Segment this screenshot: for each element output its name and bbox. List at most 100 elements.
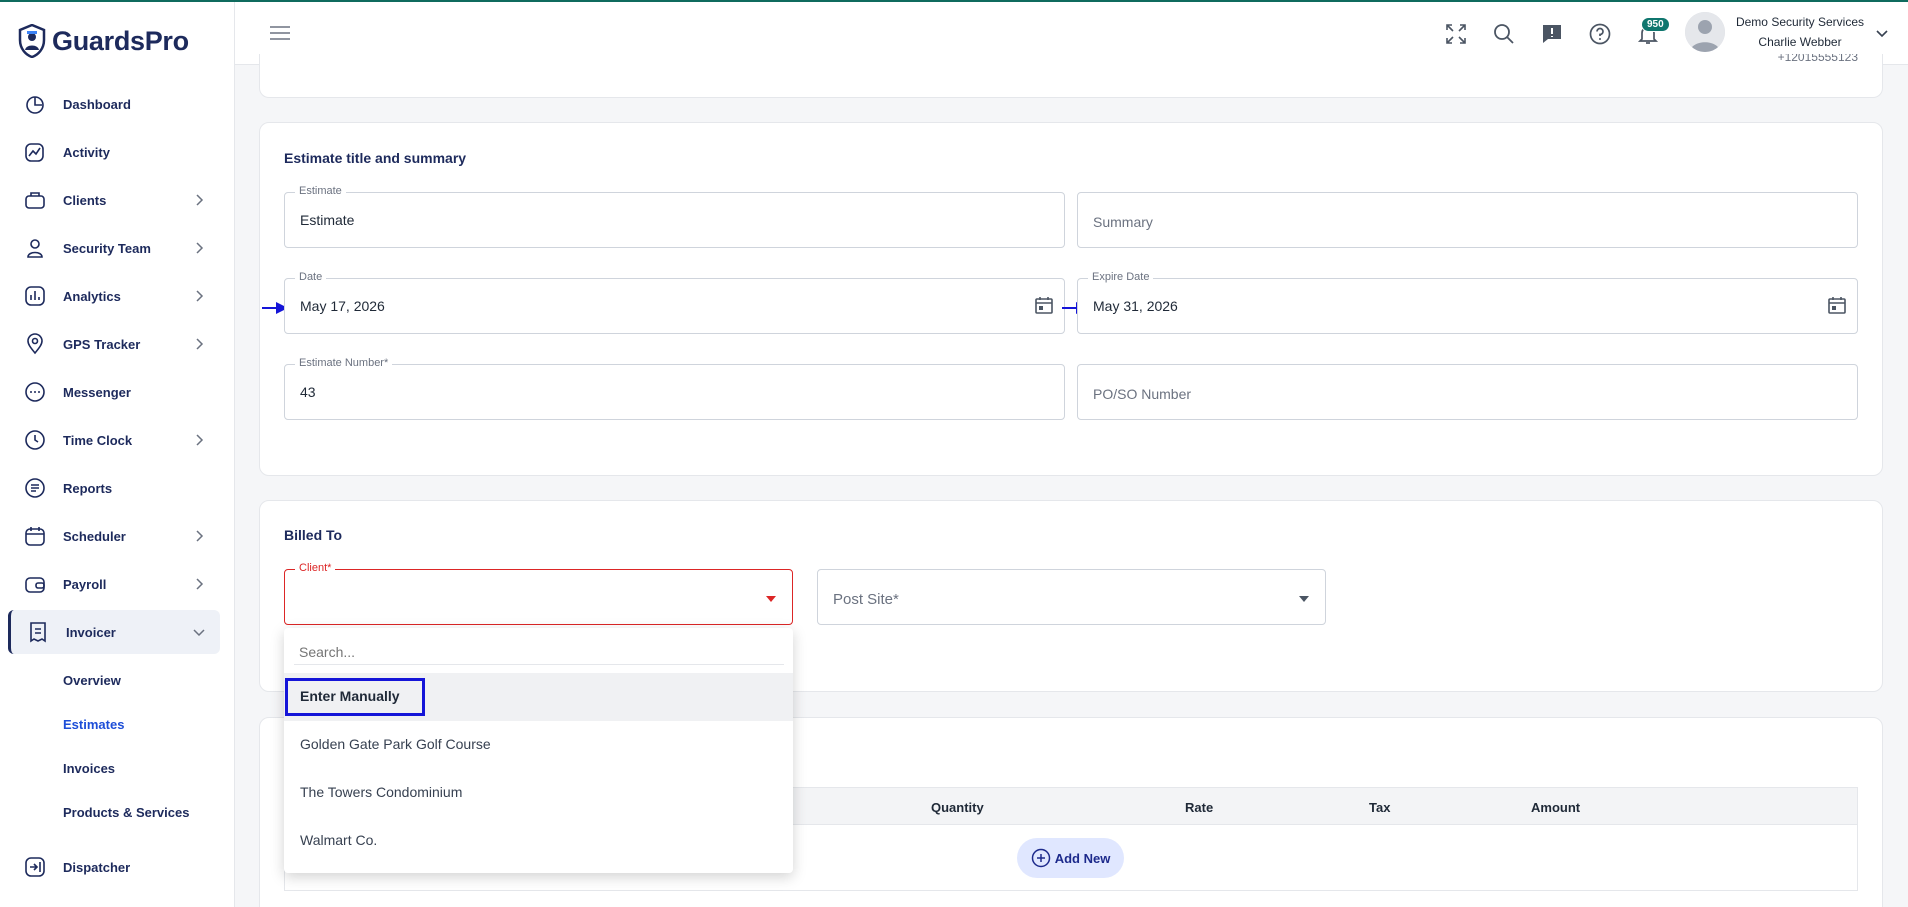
client-info-card: +12015555123 (259, 54, 1883, 98)
dispatcher-icon (25, 857, 45, 877)
sidebar-item-dispatcher[interactable]: Dispatcher (8, 845, 220, 889)
estimate-number-label: Estimate Number* (295, 357, 393, 369)
date-field[interactable]: Date May 17, 2026 (284, 271, 1065, 334)
estimate-value: Estimate (300, 212, 355, 228)
column-header-rate: Rate (1185, 800, 1214, 815)
sidebar-item-analytics[interactable]: Analytics (8, 274, 220, 318)
dropdown-option[interactable]: The Towers Condominium (284, 769, 793, 817)
sidebar-item-scheduler[interactable]: Scheduler (8, 514, 220, 558)
sidebar-item-dashboard[interactable]: Dashboard (8, 82, 220, 126)
activity-icon (25, 143, 44, 162)
notification-badge: 950 (1641, 17, 1670, 32)
dropdown-caret-icon (1299, 596, 1309, 602)
sidebar-item-label: Time Clock (63, 432, 133, 448)
option-label: Walmart Co. (300, 832, 378, 848)
chevron-down-icon[interactable] (1875, 26, 1889, 40)
chevron-right-icon (196, 290, 204, 302)
chevron-right-icon (196, 530, 204, 542)
option-label: The Towers Condominium (300, 784, 463, 800)
post-site-select[interactable]: Post Site* (817, 569, 1326, 625)
summary-field[interactable]: Summary (1077, 192, 1858, 248)
summary-placeholder: Summary (1093, 214, 1153, 230)
column-header-tax: Tax (1369, 800, 1391, 815)
app-logo[interactable]: GuardsPro (18, 24, 189, 58)
sidebar-item-label: Clients (63, 192, 107, 208)
date-value: May 17, 2026 (300, 298, 385, 314)
sidebar-sub-products-services[interactable]: Products & Services (63, 805, 189, 820)
estimate-number-value: 43 (300, 384, 316, 400)
chevron-down-icon (193, 629, 205, 637)
client-select[interactable]: Client* (284, 562, 793, 625)
chevron-right-icon (196, 338, 204, 350)
sidebar-sub-estimates[interactable]: Estimates (63, 717, 124, 732)
add-new-label: Add New (1054, 850, 1111, 866)
analytics-icon (25, 286, 45, 306)
sidebar-item-time-clock[interactable]: Time Clock (8, 418, 220, 462)
section-title: Billed To (284, 527, 343, 543)
dropdown-option[interactable]: Walmart Co. (284, 817, 793, 865)
calendar-icon[interactable] (1827, 295, 1847, 315)
sidebar-item-label: Invoicer (66, 624, 116, 640)
guardspro-shield-logo-icon (18, 24, 46, 58)
calendar-icon (25, 527, 45, 546)
option-label: Golden Gate Park Golf Course (300, 736, 491, 752)
column-header-quantity: Quantity (931, 800, 984, 815)
expire-date-value: May 31, 2026 (1093, 298, 1178, 314)
sidebar-item-label: Analytics (63, 288, 121, 304)
sidebar-item-activity[interactable]: Activity (8, 130, 220, 174)
dropdown-option[interactable]: Golden Gate Park Golf Course (284, 721, 793, 769)
sidebar-item-label: GPS Tracker (63, 336, 141, 352)
sidebar-item-label: Messenger (63, 384, 131, 400)
fullscreen-icon[interactable] (1444, 22, 1468, 46)
po-so-number-field[interactable]: PO/SO Number (1077, 364, 1858, 420)
invoice-icon (30, 622, 46, 643)
avatar[interactable] (1685, 12, 1725, 52)
estimate-number-field[interactable]: Estimate Number* 43 (284, 357, 1065, 420)
estimate-field[interactable]: Estimate Estimate (284, 185, 1065, 248)
app-name: GuardsPro (52, 25, 189, 56)
calendar-icon[interactable] (1034, 295, 1054, 315)
sidebar-item-label: Dashboard (63, 96, 131, 112)
sidebar-item-security-team[interactable]: Security Team (8, 226, 220, 270)
chevron-right-icon (196, 434, 204, 446)
sidebar-item-reports[interactable]: Reports (8, 466, 220, 510)
clients-icon (25, 192, 45, 209)
dashboard-icon (26, 96, 44, 114)
sidebar-item-label: Reports (63, 480, 113, 496)
sidebar-item-label: Security Team (63, 240, 151, 256)
partial-phone-text: +12015555123 (1777, 54, 1858, 64)
sidebar-item-label: Activity (63, 144, 110, 160)
feedback-icon[interactable] (1540, 22, 1564, 46)
messenger-icon (25, 382, 45, 402)
search-icon[interactable] (1492, 22, 1516, 46)
sidebar-item-payroll[interactable]: Payroll (8, 562, 220, 606)
date-label: Date (295, 271, 327, 283)
security-team-icon (27, 239, 43, 258)
add-new-button[interactable]: Add New (1017, 838, 1124, 878)
expire-date-field[interactable]: Expire Date May 31, 2026 (1077, 271, 1858, 334)
sidebar-item-clients[interactable]: Clients (8, 178, 220, 222)
sidebar-item-label: Payroll (63, 576, 107, 592)
divider (294, 664, 784, 665)
dropdown-option-enter-manually[interactable]: Enter Manually (284, 673, 793, 721)
sidebar-item-invoicer[interactable]: Invoicer (8, 610, 220, 654)
sidebar-sub-overview[interactable]: Overview (63, 673, 121, 688)
post-site-placeholder: Post Site* (833, 591, 899, 608)
reports-icon (25, 478, 45, 498)
wallet-icon (25, 577, 45, 593)
sidebar-item-label: Dispatcher (63, 859, 131, 875)
clock-icon (25, 430, 45, 450)
sidebar-item-label: Scheduler (63, 528, 126, 544)
chevron-right-icon (196, 242, 204, 254)
sidebar-item-messenger[interactable]: Messenger (8, 370, 220, 414)
plus-circle-icon (1031, 848, 1050, 868)
chevron-right-icon (196, 578, 204, 590)
sidebar-item-gps-tracker[interactable]: GPS Tracker (8, 322, 220, 366)
help-icon[interactable] (1588, 22, 1612, 46)
client-label: Client* (295, 562, 336, 574)
sidebar-sub-invoices[interactable]: Invoices (63, 761, 115, 776)
dropdown-caret-icon (766, 596, 776, 602)
gps-pin-icon (27, 333, 43, 355)
chevron-right-icon (196, 194, 204, 206)
hamburger-menu-icon[interactable] (269, 24, 291, 42)
